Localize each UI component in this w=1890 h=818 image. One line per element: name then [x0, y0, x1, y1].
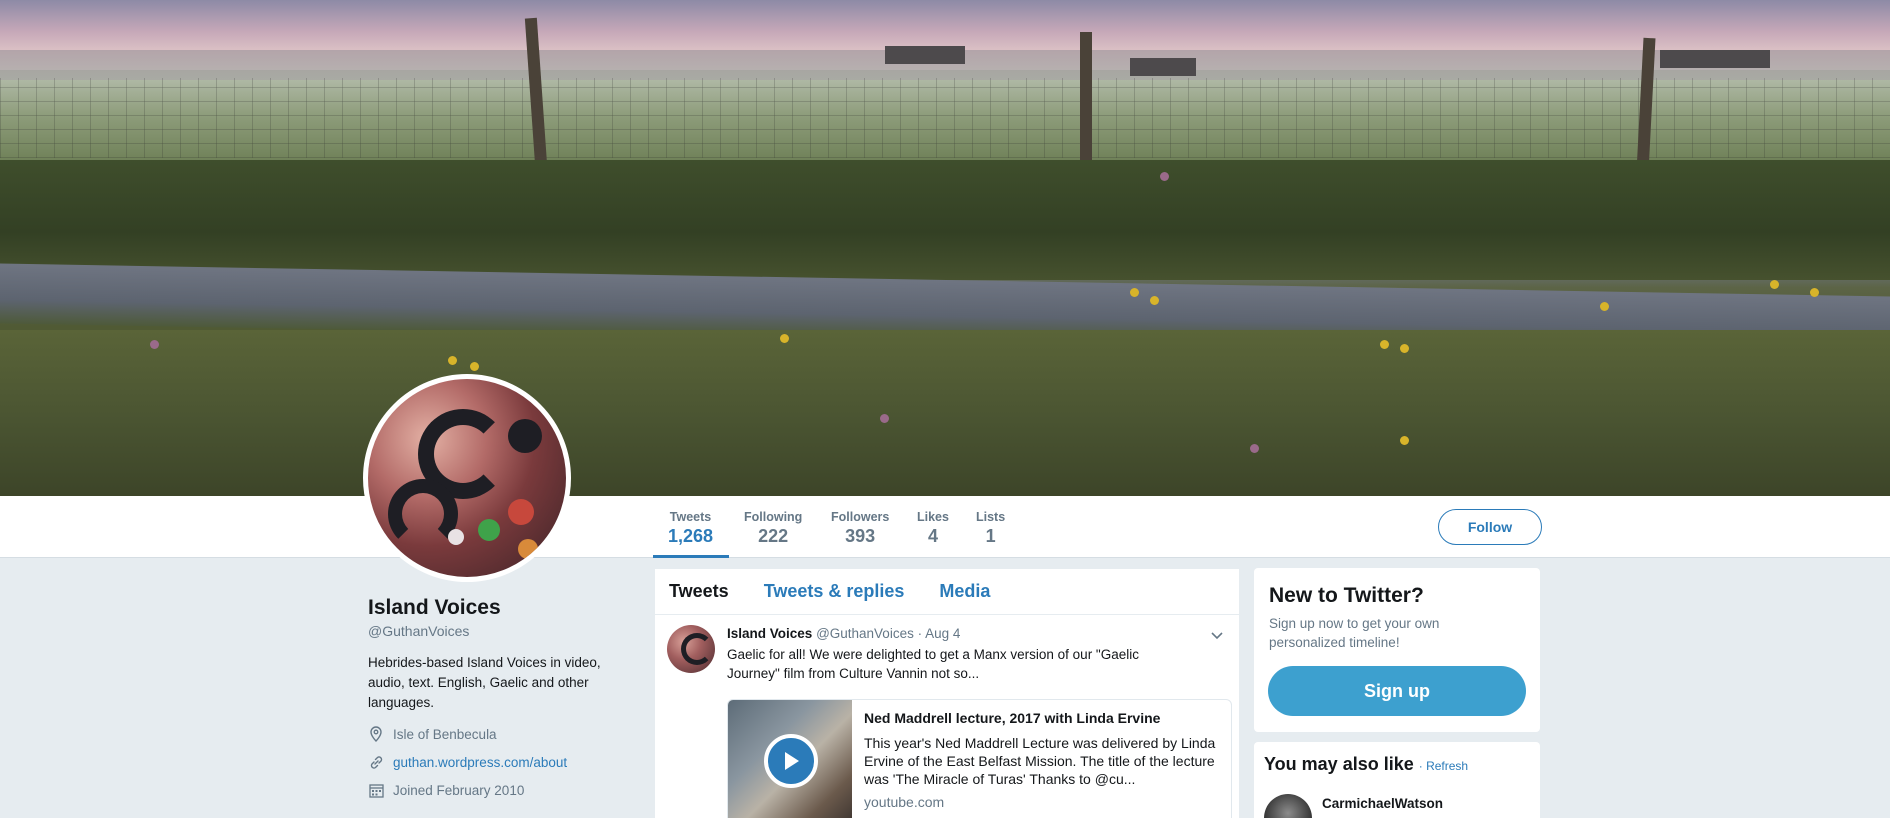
stat-label: Following — [744, 510, 803, 524]
signup-module: New to Twitter? Sign up now to get your … — [1254, 568, 1540, 732]
tab-media[interactable]: Media — [939, 581, 990, 602]
tweet-avatar[interactable] — [667, 625, 715, 673]
profile-name[interactable]: Island Voices — [368, 596, 501, 620]
profile-location: Isle of Benbecula — [368, 726, 497, 742]
avatar[interactable] — [1264, 794, 1312, 818]
stat-value: 393 — [845, 526, 876, 546]
banner-house — [1130, 58, 1196, 76]
tweet-text: Gaelic for all! We were delighted to get… — [727, 647, 1139, 681]
stat-likes[interactable]: Likes 4 — [917, 510, 949, 547]
avatar-pattern — [448, 529, 464, 545]
play-icon[interactable] — [764, 734, 818, 788]
banner-flower — [470, 362, 479, 371]
refresh-link[interactable]: · Refresh — [1419, 759, 1468, 773]
banner-flower — [150, 340, 159, 349]
stat-label: Followers — [831, 510, 890, 524]
follow-button[interactable]: Follow — [1438, 509, 1542, 545]
card-domain: youtube.com — [864, 794, 945, 810]
tab-tweets[interactable]: Tweets — [669, 581, 729, 602]
profile-website-link[interactable]: guthan.wordpress.com/about — [393, 755, 567, 770]
header-banner-image — [0, 0, 1890, 496]
timeline: Tweets Tweets & replies Media Island Voi… — [654, 568, 1240, 818]
who-to-follow-title: You may also like · Refresh — [1264, 754, 1530, 775]
profile-location-text: Isle of Benbecula — [393, 726, 497, 742]
stat-label: Likes — [917, 510, 949, 524]
who-to-follow-heading: You may also like — [1264, 754, 1414, 774]
banner-fence-post — [1080, 32, 1092, 172]
stat-value: 222 — [758, 526, 789, 546]
avatar-pattern — [508, 419, 542, 453]
profile-avatar[interactable] — [363, 374, 571, 582]
profile-bio: Hebrides-based Island Voices in video, a… — [368, 655, 601, 710]
banner-flower — [880, 414, 889, 423]
banner-grass — [0, 160, 1890, 280]
avatar-pattern — [518, 539, 538, 559]
banner-flower — [1400, 344, 1409, 353]
link-icon — [368, 754, 384, 770]
banner-flower — [1770, 280, 1779, 289]
banner-house — [1660, 50, 1770, 68]
tweet-timestamp[interactable]: · Aug 4 — [918, 626, 961, 641]
timeline-tabs: Tweets Tweets & replies Media — [655, 569, 1239, 615]
active-stat-underline — [653, 555, 729, 558]
stat-label: Lists — [976, 510, 1006, 524]
card-title: Ned Maddrell lecture, 2017 with Linda Er… — [864, 710, 1161, 726]
who-to-follow-module: You may also like · Refresh CarmichaelWa… — [1254, 742, 1540, 818]
link-preview-card[interactable]: Ned Maddrell lecture, 2017 with Linda Er… — [727, 699, 1232, 818]
banner-house — [885, 46, 965, 64]
suggested-user[interactable]: CarmichaelWatson — [1264, 794, 1443, 818]
banner-verge — [0, 330, 1890, 496]
location-pin-icon — [368, 726, 384, 742]
banner-flower — [1400, 436, 1409, 445]
signup-button[interactable]: Sign up — [1268, 666, 1526, 716]
banner-flower — [1380, 340, 1389, 349]
profile-website: guthan.wordpress.com/about — [368, 754, 567, 770]
banner-flower — [1160, 172, 1169, 181]
profile-joined: Joined February 2010 — [368, 782, 524, 798]
avatar-pattern — [508, 499, 534, 525]
banner-flower — [448, 356, 457, 365]
suggested-user-name[interactable]: CarmichaelWatson — [1322, 796, 1443, 811]
signup-text: Sign up now to get your own personalized… — [1269, 616, 1440, 650]
calendar-icon — [368, 782, 384, 798]
stat-value: 1,268 — [668, 526, 714, 546]
stat-following[interactable]: Following 222 — [744, 510, 802, 547]
banner-flower — [1130, 288, 1139, 297]
stat-value: 1 — [985, 526, 996, 546]
stat-value: 4 — [927, 526, 938, 546]
profile-handle[interactable]: @GuthanVoices — [368, 623, 469, 639]
stat-followers[interactable]: Followers 393 — [831, 510, 889, 547]
signup-title: New to Twitter? — [1269, 584, 1424, 607]
tweet-author-handle[interactable]: @GuthanVoices — [816, 626, 914, 641]
banner-fence — [0, 78, 1890, 158]
tab-tweets-and-replies[interactable]: Tweets & replies — [764, 581, 905, 602]
banner-flower — [1150, 296, 1159, 305]
card-thumbnail — [728, 700, 852, 818]
banner-flower — [1250, 444, 1259, 453]
stat-tweets[interactable]: Tweets 1,268 — [668, 510, 713, 547]
banner-flower — [1810, 288, 1819, 297]
stat-lists[interactable]: Lists 1 — [976, 510, 1005, 547]
banner-flower — [1600, 302, 1609, 311]
tweet-header: Island Voices @GuthanVoices · Aug 4 — [727, 625, 1227, 643]
tweet-author-name[interactable]: Island Voices — [727, 626, 812, 641]
banner-flower — [780, 334, 789, 343]
tweet[interactable]: Island Voices @GuthanVoices · Aug 4 Gael… — [655, 615, 1239, 818]
avatar-pattern — [478, 519, 500, 541]
profile-joined-text: Joined February 2010 — [393, 782, 525, 798]
card-description: This year's Ned Maddrell Lecture was del… — [864, 735, 1216, 787]
stat-label: Tweets — [669, 510, 712, 524]
chevron-down-icon[interactable] — [1209, 627, 1225, 643]
